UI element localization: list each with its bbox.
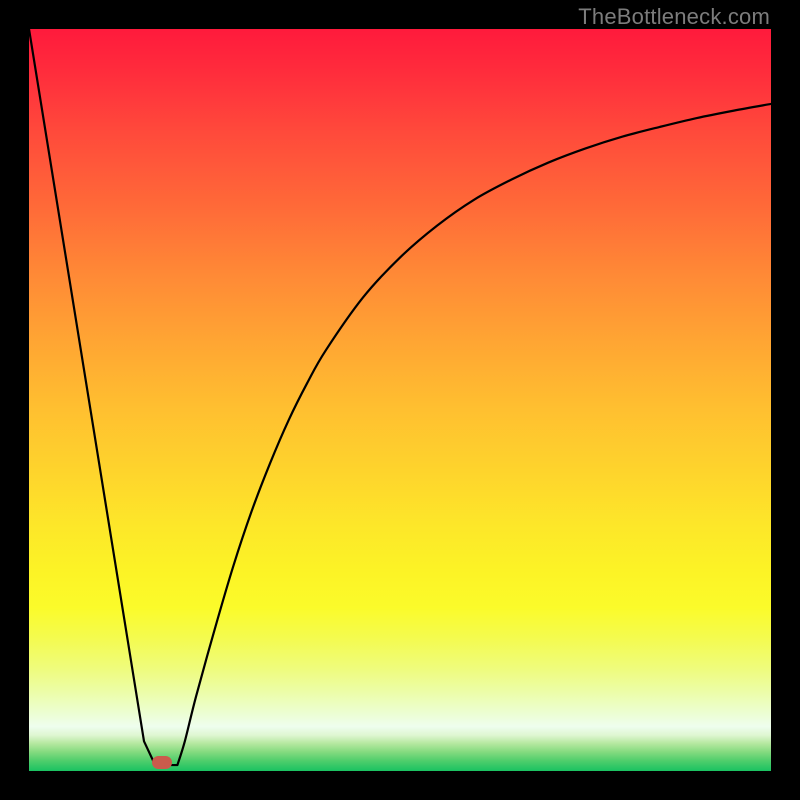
watermark-label: TheBottleneck.com: [578, 4, 770, 30]
plot-area: [29, 29, 771, 771]
bottleneck-curve: [29, 29, 771, 771]
outer-frame: TheBottleneck.com: [0, 0, 800, 800]
optimal-point-marker: [152, 756, 172, 769]
